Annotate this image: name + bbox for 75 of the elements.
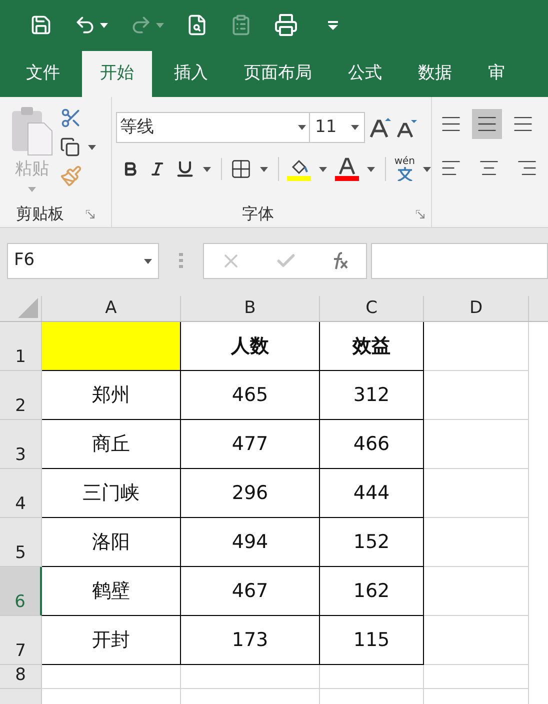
dialog-launcher-icon[interactable]: [86, 210, 95, 218]
ribbon-tab[interactable]: 页面布局: [226, 51, 330, 97]
row-header[interactable]: 3: [0, 420, 42, 469]
table-cell: 296: [181, 469, 320, 518]
row-header[interactable]: 8: [0, 665, 42, 689]
clipboard-icon: [10, 105, 54, 157]
table-cell: 494: [181, 518, 320, 567]
font-size-field[interactable]: 11: [309, 112, 365, 143]
customize-menu-icon[interactable]: [328, 20, 338, 30]
caret-icon: [351, 125, 359, 130]
column-header[interactable]: D: [424, 296, 529, 321]
table-cell: 商丘: [42, 420, 181, 469]
caret-icon: [144, 258, 152, 264]
column-header[interactable]: A: [42, 296, 181, 321]
group-label: 剪贴板: [16, 203, 64, 225]
grow-font-icon[interactable]: [369, 116, 391, 138]
ribbon-tab[interactable]: 插入: [156, 51, 226, 97]
ribbon-tab[interactable]: 开始: [82, 51, 152, 97]
table-cell: 洛阳: [42, 518, 181, 567]
table-cell: 115: [320, 616, 424, 665]
table-cell: 效益: [320, 322, 424, 371]
ribbon-tab[interactable]: 文件: [8, 51, 78, 97]
table-cell: 466: [320, 420, 424, 469]
table-cell: 444: [320, 469, 424, 518]
print-preview-icon[interactable]: [186, 14, 208, 36]
caret-icon: [367, 166, 376, 172]
copy-icon[interactable]: [60, 137, 80, 157]
column-header[interactable]: B: [181, 296, 320, 321]
table-cell: 鹤壁: [42, 567, 181, 616]
font-name-field[interactable]: 等线: [116, 112, 310, 143]
borders-icon[interactable]: [230, 158, 252, 180]
fill-color-icon[interactable]: [287, 157, 312, 181]
table-cell: 162: [320, 567, 424, 616]
table-cell: 312: [320, 371, 424, 420]
ribbon-tab[interactable]: 公式: [330, 51, 400, 97]
formula-field[interactable]: [371, 243, 548, 279]
scissors-icon[interactable]: [60, 107, 82, 129]
shrink-font-icon[interactable]: [395, 118, 417, 138]
ribbon-tab[interactable]: 审: [470, 51, 523, 97]
ribbon-tab[interactable]: 数据: [400, 51, 470, 97]
caret-icon: [88, 144, 96, 150]
undo-icon[interactable]: [74, 14, 96, 36]
row-header[interactable]: 4: [0, 469, 42, 518]
dialog-launcher-icon[interactable]: [416, 210, 425, 218]
save-icon[interactable]: [30, 14, 52, 36]
caret-icon: [319, 166, 328, 172]
table-cell: 郑州: [42, 371, 181, 420]
caret-icon: [298, 125, 306, 130]
caret-icon: [203, 166, 212, 172]
grip-icon: [179, 253, 183, 269]
font-color-icon[interactable]: [335, 157, 360, 181]
caret-icon: [260, 166, 268, 172]
group-label: 字体: [242, 203, 274, 225]
caret-icon[interactable]: [100, 22, 108, 28]
row-header[interactable]: 2: [0, 371, 42, 420]
row-header[interactable]: 7: [0, 616, 42, 665]
column-header[interactable]: C: [320, 296, 424, 321]
table-cell: 467: [181, 567, 320, 616]
name-box[interactable]: F6: [7, 243, 159, 279]
bold-icon[interactable]: [122, 159, 139, 179]
underline-icon[interactable]: [175, 159, 196, 179]
table-cell: 173: [181, 616, 320, 665]
caret-icon: [422, 166, 431, 172]
table-cell: 三门峡: [42, 469, 181, 518]
row-header[interactable]: 1: [0, 322, 42, 371]
table-cell: 152: [320, 518, 424, 567]
table-cell: 477: [181, 420, 320, 469]
table-cell: 开封: [42, 616, 181, 665]
align-middle-button[interactable]: [472, 109, 502, 139]
row-header[interactable]: 6: [0, 567, 42, 616]
table-cell: 人数: [181, 322, 320, 371]
printer-icon[interactable]: [274, 13, 298, 37]
caret-icon: [28, 186, 36, 192]
table-cell: 465: [181, 371, 320, 420]
row-header[interactable]: 5: [0, 518, 42, 567]
